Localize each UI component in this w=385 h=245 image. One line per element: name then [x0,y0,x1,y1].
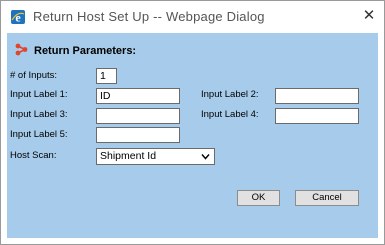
host-scan-label: Host Scan: [10,150,57,161]
chevron-down-icon [201,154,210,160]
host-scan-selected-value: Shipment Id [100,150,157,162]
internet-explorer-icon: e [11,10,25,25]
input-label-1-field[interactable]: ID [96,88,180,104]
input-label-4-label: Input Label 4: [201,109,259,120]
svg-text:e: e [15,11,21,25]
host-scan-select[interactable]: Shipment Id [96,148,215,165]
cancel-button[interactable]: Cancel [295,190,359,206]
ok-button[interactable]: OK [237,190,280,206]
window-title: Return Host Set Up -- Webpage Dialog [33,9,265,24]
num-inputs-label: # of Inputs: [10,70,58,81]
input-label-2-label: Input Label 2: [201,89,259,100]
input-label-2-field[interactable] [275,88,359,104]
input-label-3-field[interactable] [96,108,180,124]
share-nodes-icon [15,43,28,56]
title-bar: e Return Host Set Up -- Webpage Dialog ✕ [1,1,384,33]
input-label-5-field[interactable] [96,127,180,143]
input-label-5-label: Input Label 5: [10,129,68,140]
num-inputs-field[interactable]: 1 [96,68,117,84]
input-label-3-label: Input Label 3: [10,109,68,120]
input-label-4-field[interactable] [275,108,359,124]
input-label-1-label: Input Label 1: [10,89,68,100]
close-icon[interactable]: ✕ [360,7,378,25]
dialog-content: Return Parameters: # of Inputs: 1 Input … [7,33,378,238]
dialog-window: e Return Host Set Up -- Webpage Dialog ✕… [0,0,385,245]
section-title: Return Parameters: [34,45,137,57]
